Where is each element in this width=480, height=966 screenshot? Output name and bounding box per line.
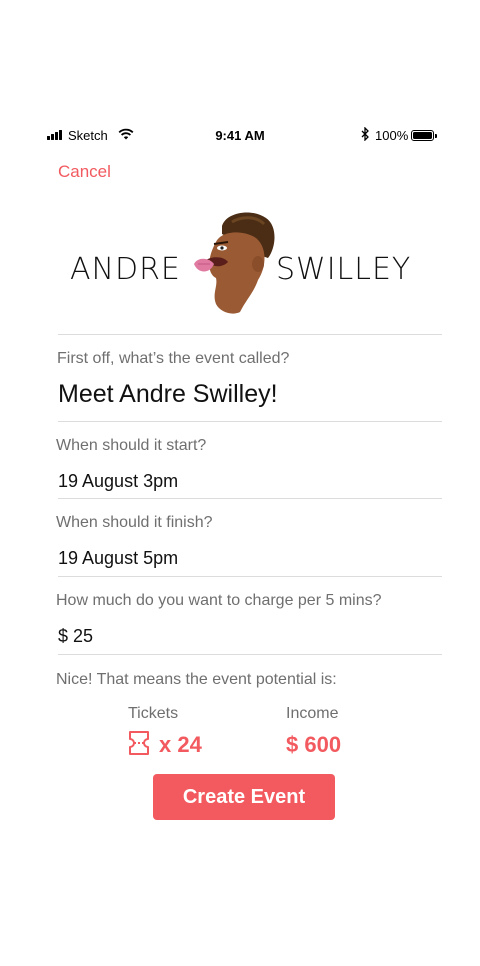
battery-icon [411,130,434,141]
finish-field[interactable]: 19 August 5pm [58,548,178,569]
logo-text-left: ANDRE [70,252,181,287]
status-bar: Sketch 9:41 AM 100% [0,126,480,146]
divider [58,654,442,655]
divider [58,334,442,335]
charge-label: How much do you want to charge per 5 min… [56,592,382,609]
tickets-value: x 24 [159,732,202,757]
create-event-button[interactable]: Create Event [153,774,335,820]
logo-text-right: SWILLEY [276,252,412,287]
event-name-field[interactable]: Meet Andre Swilley! [58,380,278,409]
battery-percent: 100% [375,128,409,143]
divider [58,498,442,499]
start-label: When should it start? [56,437,207,454]
income-label: Income [286,705,339,722]
tickets-label: Tickets [128,705,179,722]
divider [58,421,442,422]
summary-intro: Nice! That means the event potential is: [56,671,337,688]
charge-field[interactable]: $ 25 [58,626,93,647]
battery-cap [435,134,437,138]
avatar [192,208,282,318]
ticket-icon [128,730,150,761]
bluetooth-icon [360,126,370,144]
income-value: $ 600 [286,732,342,757]
divider [58,576,442,577]
cancel-button[interactable]: Cancel [58,162,111,182]
start-field[interactable]: 19 August 3pm [58,471,178,492]
event-name-label: First off, what’s the event called? [57,350,290,367]
finish-label: When should it finish? [56,514,213,531]
